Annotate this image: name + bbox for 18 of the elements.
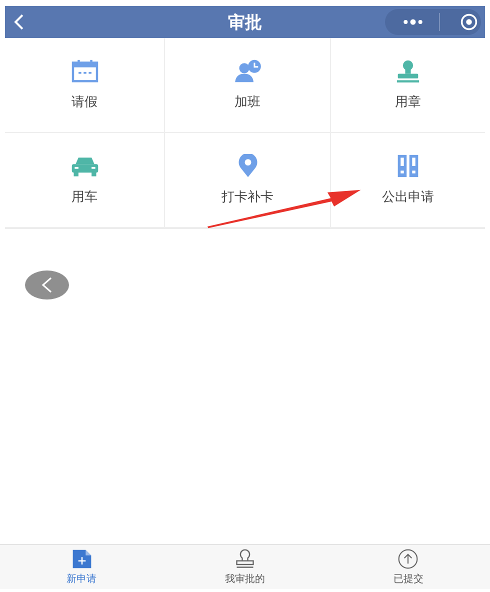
stamp-icon bbox=[234, 548, 256, 570]
person-clock-icon bbox=[232, 59, 262, 83]
calendar-icon bbox=[70, 59, 100, 83]
tab-item[interactable]: 我审批的 bbox=[163, 545, 327, 589]
approval-type-label[interactable]: 加班 bbox=[234, 93, 260, 111]
tab-item[interactable]: 已提交 bbox=[326, 545, 490, 589]
back-button[interactable] bbox=[24, 270, 70, 300]
approval-type-label[interactable]: 打卡补卡 bbox=[222, 188, 274, 206]
approval-type-label[interactable]: 请假 bbox=[72, 93, 98, 111]
close-icon[interactable] bbox=[460, 13, 478, 31]
back-icon[interactable] bbox=[13, 13, 25, 31]
approval-type-label[interactable]: 用章 bbox=[395, 93, 421, 111]
more-icon[interactable] bbox=[402, 18, 424, 26]
approval-type-label[interactable]: 公出申请 bbox=[382, 188, 434, 206]
new-document-icon bbox=[70, 548, 93, 570]
approval-type-label[interactable]: 用车 bbox=[72, 188, 98, 206]
page-title: 审批 bbox=[228, 12, 262, 34]
tab-item[interactable]: 新申请 bbox=[0, 545, 164, 589]
